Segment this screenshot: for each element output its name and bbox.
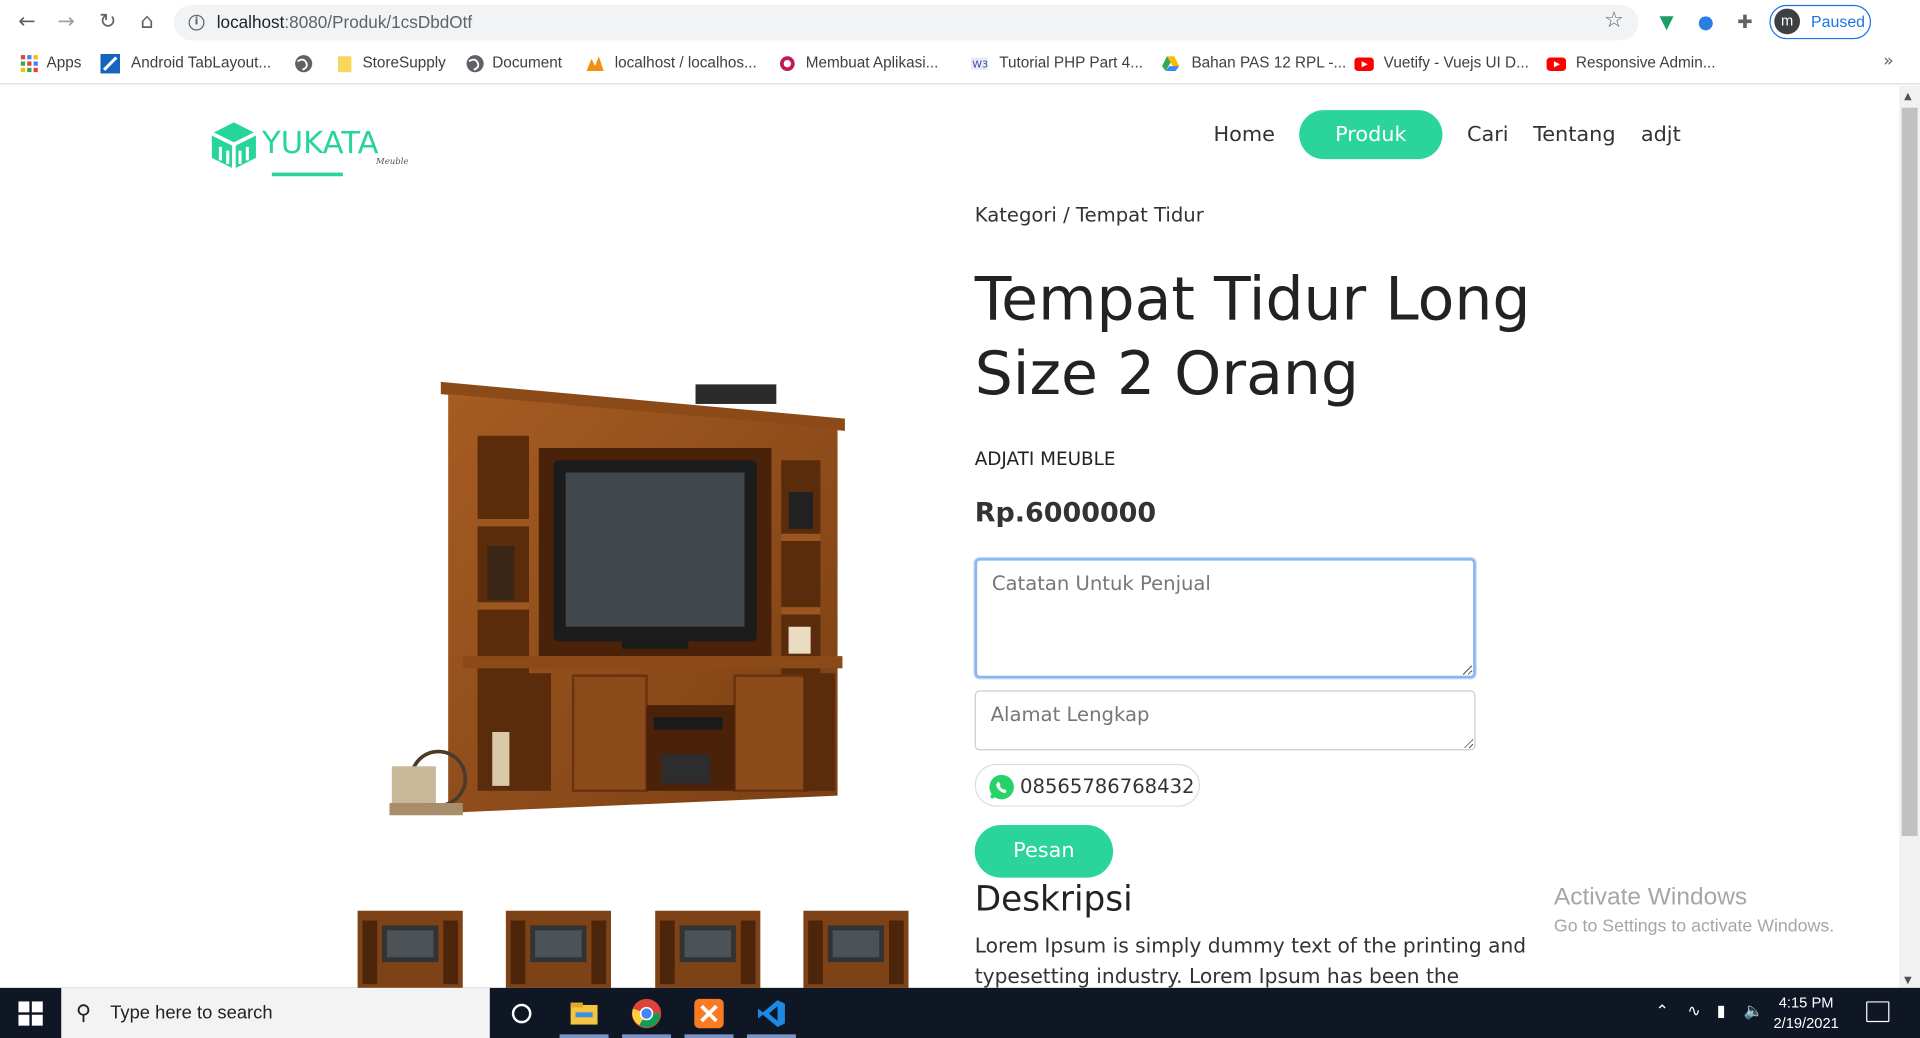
task-view-icon[interactable] [506, 998, 538, 1030]
watermark-subtitle: Go to Settings to activate Windows. [1553, 916, 1835, 937]
url-text[interactable]: localhost:8080/Produk/1csDbdOtf [217, 12, 472, 32]
notification-center-icon[interactable] [1866, 1001, 1890, 1023]
bookmark-label: localhost / localhos... [614, 53, 757, 71]
bookmark-label: Bahan PAS 12 RPL -... [1191, 53, 1347, 71]
bookmarks-overflow-icon[interactable]: » [1883, 51, 1894, 71]
description-heading: Deskripsi [974, 878, 1133, 920]
svg-text:W3: W3 [972, 59, 988, 70]
globe-icon [466, 55, 484, 73]
whatsapp-icon [989, 774, 1014, 800]
xampp-icon[interactable] [693, 998, 725, 1030]
chrome-icon[interactable] [631, 998, 663, 1030]
whatsapp-contact[interactable]: 08565786768432 [974, 763, 1201, 807]
activate-windows-watermark: Activate Windows Go to Settings to activ… [1554, 884, 1834, 937]
product-page: YUKATA Meuble Home Produk Cari Tentang a… [0, 85, 1900, 988]
clock-date: 2/19/2021 [1773, 1014, 1839, 1032]
youtube-icon [1354, 57, 1374, 71]
bookmark-label: Document [492, 53, 563, 71]
search-icon: ⚲ [75, 1001, 92, 1026]
folder-icon [337, 56, 352, 73]
clock-time: 4:15 PM [1778, 993, 1834, 1012]
tray-chevron-up-icon[interactable]: ⌃ [1656, 1003, 1669, 1021]
profile-status: Paused [1811, 12, 1866, 31]
product-title: Tempat Tidur Long Size 2 Orang [974, 264, 1531, 409]
logo-subtitle: Meuble [375, 156, 409, 167]
profile-button[interactable]: m Paused [1769, 4, 1872, 40]
profile-avatar: m [1774, 8, 1801, 35]
taskbar-clock[interactable]: 4:15 PM 2/19/2021 [1763, 993, 1849, 1035]
apps-grid-icon [20, 55, 38, 73]
home-icon[interactable]: ⌂ [132, 7, 161, 36]
reload-icon[interactable]: ↻ [93, 7, 122, 36]
vscode-icon[interactable] [756, 998, 788, 1030]
youtube-icon [1546, 57, 1567, 71]
bookmark-label: Apps [46, 53, 82, 71]
address-input[interactable] [974, 690, 1476, 751]
browser-toolbar: ← → ↻ ⌂ i localhost:8080/Produk/1csDbdOt… [0, 0, 1920, 45]
windows-start-icon[interactable] [18, 1001, 43, 1026]
description-text: Lorem Ipsum is simply dummy text of the … [974, 933, 1527, 988]
nav-produk[interactable]: Produk [1299, 110, 1443, 160]
bookmark-star-icon[interactable]: ☆ [1604, 7, 1624, 33]
globe-icon [295, 55, 313, 73]
order-button[interactable]: Pesan [974, 825, 1114, 878]
product-image [389, 381, 845, 816]
scroll-up-icon[interactable]: ▲ [1904, 91, 1912, 102]
google-drive-icon [1162, 56, 1180, 71]
battery-icon[interactable]: ▮ [1717, 1003, 1726, 1021]
nav-cari[interactable]: Cari [1467, 122, 1509, 146]
scroll-down-icon[interactable]: ▼ [1904, 974, 1912, 985]
volume-icon[interactable]: 🔈 [1744, 1003, 1764, 1021]
address-bar[interactable]: i localhost:8080/Produk/1csDbdOtf ☆ [173, 4, 1639, 41]
bookmarks-bar: Apps Android TabLayout... StoreSupply Do… [0, 44, 1920, 85]
bookmark-label: Vuetify - Vuejs UI D... [1383, 53, 1529, 71]
product-thumbnail[interactable] [505, 908, 612, 988]
active-indicator [746, 1034, 796, 1038]
bookmark-label: StoreSupply [362, 53, 446, 71]
product-thumbnail[interactable] [357, 908, 463, 988]
logo-text: YUKATA [262, 124, 379, 161]
globe-extension-icon[interactable]: ● [1692, 9, 1719, 36]
phpmyadmin-icon [586, 56, 604, 71]
site-info-icon[interactable]: i [188, 14, 205, 31]
whatsapp-number: 08565786768432 [1020, 774, 1195, 799]
product-thumbnail[interactable] [803, 908, 909, 988]
wifi-icon[interactable]: ∿ [1687, 1003, 1700, 1021]
seller-note-input[interactable] [974, 558, 1476, 679]
site-icon: W3 [971, 57, 989, 70]
breadcrumb: Kategori / Tempat Tidur [974, 203, 1204, 227]
url-path: :8080/Produk/1csDbdOtf [284, 12, 473, 32]
bookmark-label: Tutorial PHP Part 4... [999, 53, 1143, 71]
active-indicator [684, 1034, 734, 1038]
taskbar-search-placeholder: Type here to search [110, 1002, 273, 1024]
bookmark-label: Membuat Aplikasi... [805, 53, 939, 71]
file-explorer-icon[interactable] [568, 998, 600, 1030]
extensions-puzzle-icon[interactable]: ✚ [1731, 9, 1758, 36]
android-tablayout-icon [100, 53, 121, 74]
nav-user[interactable]: adjt [1641, 122, 1681, 146]
watermark-title: Activate Windows [1553, 883, 1748, 911]
nav-tentang[interactable]: Tentang [1533, 122, 1616, 146]
logo-underline [271, 172, 343, 177]
cube-logo-icon [211, 122, 257, 169]
scrollbar-thumb[interactable] [1901, 107, 1918, 837]
back-arrow-icon[interactable]: ← [12, 7, 41, 36]
active-indicator [622, 1034, 672, 1038]
vue-devtools-extension-icon[interactable]: ▼ [1653, 9, 1680, 36]
site-logo[interactable]: YUKATA Meuble [208, 115, 428, 179]
product-thumbnail[interactable] [655, 908, 761, 988]
seller-name: ADJATI MEUBLE [974, 448, 1116, 471]
active-indicator [559, 1034, 609, 1038]
site-icon [780, 56, 795, 71]
page-scrollbar[interactable]: ▲ ▼ [1899, 85, 1920, 988]
taskbar-search[interactable]: ⚲ Type here to search [61, 987, 490, 1038]
forward-arrow-icon[interactable]: → [51, 7, 80, 36]
bookmark-label: Android TabLayout... [131, 53, 272, 71]
bookmark-label: Responsive Admin... [1575, 53, 1716, 71]
nav-home[interactable]: Home [1213, 122, 1274, 146]
product-price: Rp.6000000 [974, 498, 1157, 529]
url-host: localhost [216, 12, 285, 32]
windows-taskbar: ⚲ Type here to search ⌃ ∿ ▮ 🔈 4:15 PM 2/… [0, 987, 1920, 1038]
